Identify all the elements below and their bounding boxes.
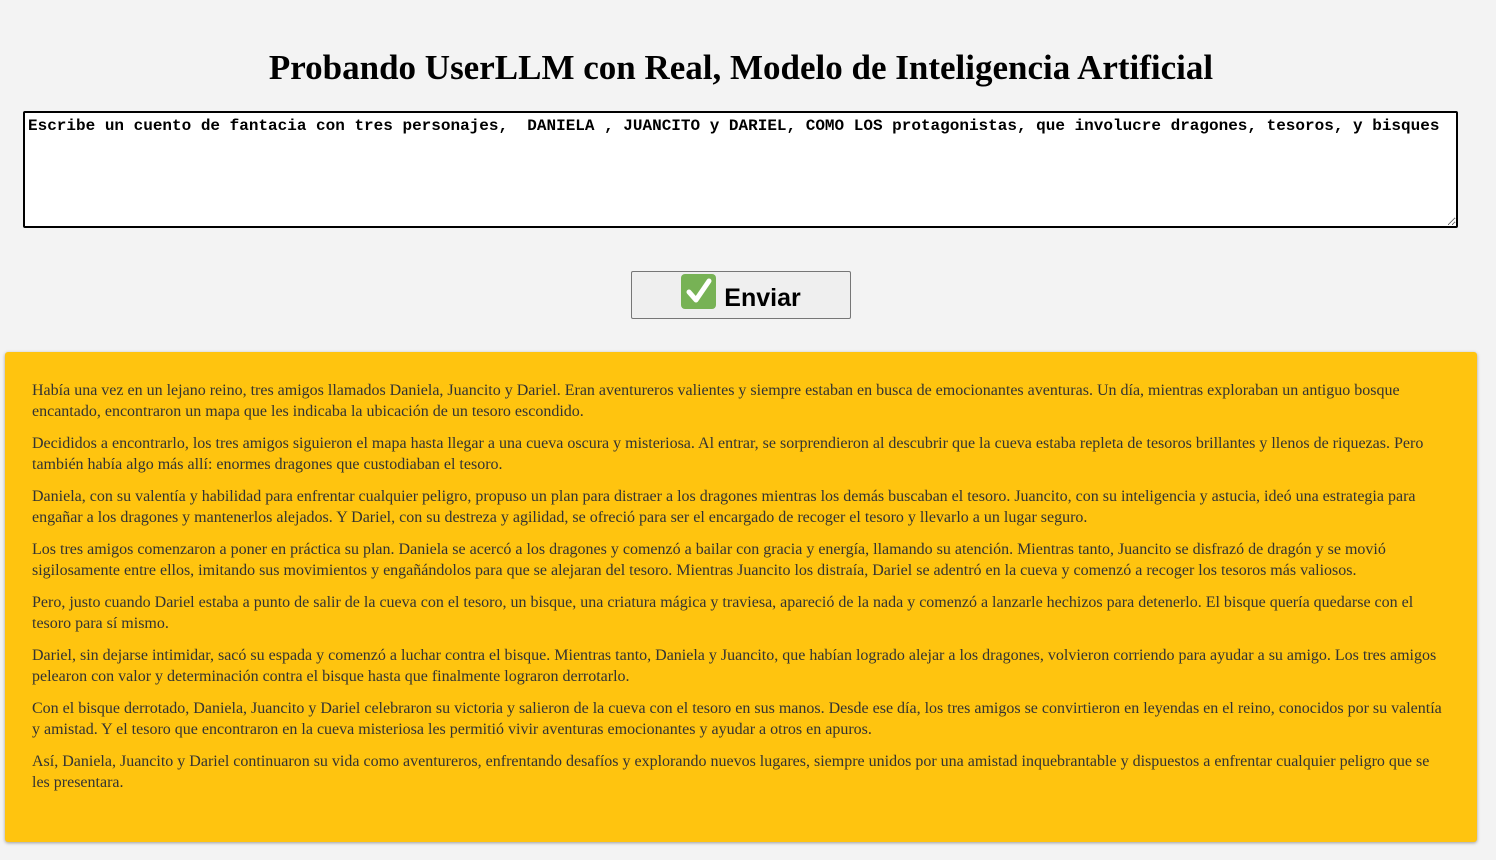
send-button-label: Enviar — [724, 283, 801, 312]
prompt-textarea[interactable] — [23, 111, 1458, 228]
check-icon — [681, 273, 717, 309]
story-paragraph: Había una vez en un lejano reino, tres a… — [32, 382, 1400, 420]
story-paragraph: Daniela, con su valentía y habilidad par… — [32, 488, 1416, 526]
page: Probando UserLLM con Real, Modelo de Int… — [0, 0, 1496, 860]
story-paragraph: Con el bisque derrotado, Daniela, Juanci… — [32, 700, 1442, 738]
prompt-container — [23, 111, 1458, 228]
story-paragraph: Los tres amigos comenzaron a poner en pr… — [32, 541, 1386, 579]
send-button[interactable]: Enviar — [631, 271, 851, 319]
story-output: Había una vez en un lejano reino, tres a… — [5, 352, 1477, 842]
story-paragraph: Así, Daniela, Juancito y Dariel continua… — [32, 753, 1430, 791]
story-paragraph: Decididos a encontrarlo, los tres amigos… — [32, 435, 1424, 473]
story-paragraph: Pero, justo cuando Dariel estaba a punto… — [32, 594, 1414, 632]
story-paragraph: Dariel, sin dejarse intimidar, sacó su e… — [32, 647, 1437, 685]
page-title: Probando UserLLM con Real, Modelo de Int… — [268, 48, 1214, 87]
